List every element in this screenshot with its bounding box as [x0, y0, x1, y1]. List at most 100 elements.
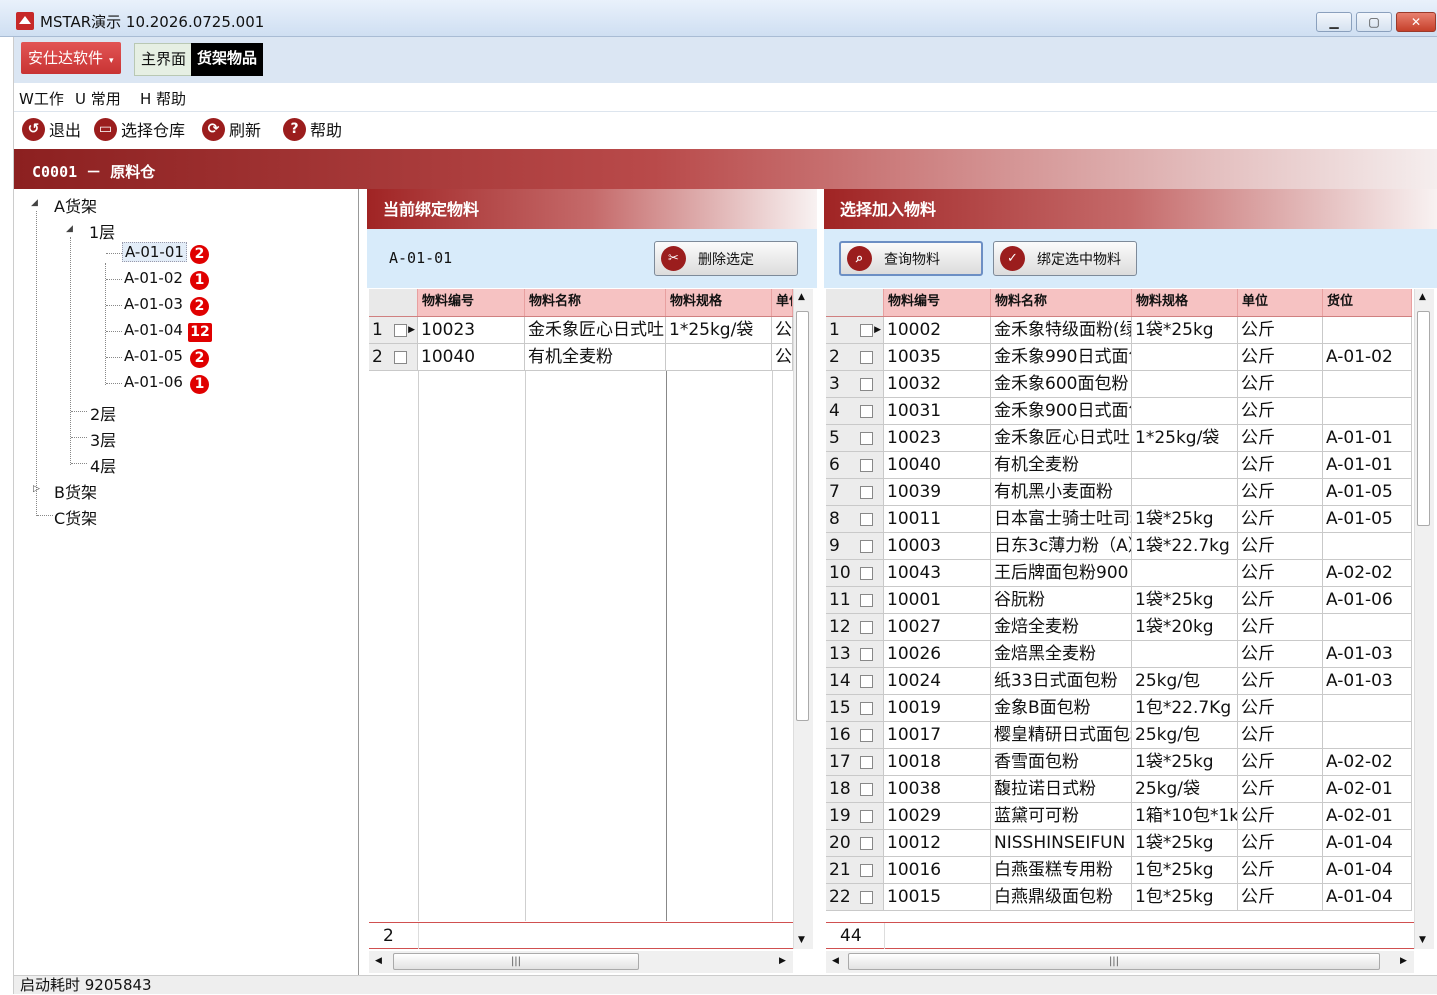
table-row[interactable]: 510023金禾象匠心日式吐司粉1*25kg/袋公斤A-01-01 [826, 425, 1412, 452]
help-button[interactable]: ? 帮助 [283, 117, 342, 141]
exit-button[interactable]: ↺ 退出 [22, 117, 81, 141]
col-unit[interactable]: 单位 [772, 289, 793, 316]
row-checkbox[interactable] [860, 459, 873, 472]
row-checkbox[interactable] [860, 783, 873, 796]
tree-node-floor2[interactable]: 2层 [90, 401, 116, 425]
table-row[interactable]: 10 10043 王后牌面包粉900 公斤 A-02-02 [826, 560, 1412, 587]
menu-work[interactable]: W工作 [19, 88, 64, 109]
menu-help[interactable]: H 帮助 [140, 88, 186, 109]
row-checkbox[interactable] [860, 594, 873, 607]
scroll-left-icon[interactable]: ◀ [375, 956, 382, 966]
col-name[interactable]: 物料名称 [991, 289, 1132, 316]
pick-horizontal-scrollbar[interactable]: ◀ ||| ▶ [826, 951, 1414, 973]
tree-slot-a-01-01[interactable]: A-01-01 [122, 242, 187, 262]
table-row[interactable]: 7 10039 有机黑小麦面粉 公斤 A-01-05 [826, 479, 1412, 506]
row-checkbox[interactable] [860, 702, 873, 715]
row-checkbox[interactable] [860, 891, 873, 904]
row-checkbox[interactable] [860, 621, 873, 634]
tree-node-floor3[interactable]: 3层 [90, 427, 116, 451]
table-row[interactable]: 14 10024 纸33日式面包粉 25kg/包 公斤 A-01-03 [826, 668, 1412, 695]
choose-warehouse-button[interactable]: ▭ 选择仓库 [94, 117, 185, 141]
row-checkbox[interactable] [860, 837, 873, 850]
tree-slot-a-01-04[interactable]: A-01-04 [124, 321, 183, 339]
col-spec[interactable]: 物料规格 [1132, 289, 1238, 316]
tree-node-floor1[interactable]: 1层 [89, 219, 115, 243]
scroll-right-icon[interactable]: ▶ [779, 956, 786, 966]
tree-slot-a-01-06[interactable]: A-01-06 [124, 373, 183, 391]
col-location[interactable]: 货位 [1323, 289, 1412, 316]
scroll-down-icon[interactable]: ▼ [798, 935, 805, 945]
maximize-button[interactable]: ▢ [1356, 12, 1392, 32]
table-row[interactable]: 15 10019 金象B面包粉 1包*22.7Kg 公斤 [826, 695, 1412, 722]
row-checkbox[interactable] [860, 540, 873, 553]
tab-shelf-items[interactable]: 货架物品 [191, 43, 264, 76]
table-row[interactable]: 13 10026 金焙黑全麦粉 公斤 A-01-03 [826, 641, 1412, 668]
table-row[interactable]: 1▶10023金禾象匠心日式吐司粉1*25kg/袋公斤 [369, 317, 793, 344]
row-checkbox[interactable] [860, 432, 873, 445]
table-row[interactable]: 17 10018 香雪面包粉 1袋*25kg 公斤 A-02-02 [826, 749, 1412, 776]
tree-node-b[interactable]: B货架 [54, 479, 97, 503]
query-materials-button[interactable]: ⌕ 查询物料 [839, 241, 983, 276]
bound-horizontal-scrollbar[interactable]: ◀ ||| ▶ [369, 951, 793, 973]
tree-node-a[interactable]: A货架 [54, 193, 97, 217]
row-checkbox[interactable] [860, 729, 873, 742]
table-row[interactable]: 20 10012 NISSHINSEIFUN 1袋*25kg 公斤 A-01-04 [826, 830, 1412, 857]
table-row[interactable]: 9 10003 日东3c薄力粉（A） 1袋*22.7kg 公斤 [826, 533, 1412, 560]
table-row[interactable]: 8 10011 日本富士骑士吐司粉 1袋*25kg 公斤 A-01-05 [826, 506, 1412, 533]
tree-node-c[interactable]: C货架 [54, 505, 97, 529]
menu-common[interactable]: U 常用 [75, 88, 121, 109]
table-row[interactable]: 210040有机全麦粉 公斤 [369, 344, 793, 371]
tree-slot-a-01-02[interactable]: A-01-02 [124, 269, 183, 287]
table-row[interactable]: 6 10040 有机全麦粉 公斤 A-01-01 [826, 452, 1412, 479]
refresh-button[interactable]: ⟳ 刷新 [202, 117, 261, 141]
bound-vertical-scrollbar[interactable]: ▲ ▼ [793, 289, 813, 949]
brand-menu-button[interactable]: 安仕达软件 ▾ [21, 42, 121, 74]
table-row[interactable]: 1910029蓝黛可可粉1箱*10包*1kg公斤A-02-01 [826, 803, 1412, 830]
tree-node-floor4[interactable]: 4层 [90, 453, 116, 477]
bind-selected-button[interactable]: ✓ 绑定选中物料 [993, 241, 1137, 276]
scroll-left-icon[interactable]: ◀ [832, 956, 839, 966]
col-unit[interactable]: 单位 [1238, 289, 1323, 316]
table-row[interactable]: 18 10038 馥拉诺日式粉 25kg/袋 公斤 A-02-01 [826, 776, 1412, 803]
table-row[interactable]: 21 10016 白燕蛋糕专用粉 1包*25kg 公斤 A-01-04 [826, 857, 1412, 884]
pick-vertical-scrollbar[interactable]: ▲ ▼ [1414, 289, 1434, 949]
minimize-button[interactable]: ▁ [1316, 12, 1352, 32]
row-checkbox[interactable] [860, 864, 873, 877]
scroll-right-icon[interactable]: ▶ [1400, 956, 1407, 966]
row-checkbox[interactable] [860, 513, 873, 526]
row-checkbox[interactable] [860, 648, 873, 661]
row-checkbox[interactable] [860, 324, 873, 337]
col-name[interactable]: 物料名称 [525, 289, 666, 316]
table-row[interactable]: 3 10032 金禾象600面包粉 公斤 [826, 371, 1412, 398]
scroll-down-icon[interactable]: ▼ [1419, 935, 1426, 945]
row-checkbox[interactable] [860, 351, 873, 364]
table-row[interactable]: 16 10017 樱皇精研日式面包粉 25kg/包 公斤 [826, 722, 1412, 749]
table-row[interactable]: 22 10015 白燕鼎级面包粉 1包*25kg 公斤 A-01-04 [826, 884, 1412, 911]
tree-slot-a-01-05[interactable]: A-01-05 [124, 347, 183, 365]
scroll-up-icon[interactable]: ▲ [798, 292, 805, 302]
row-checkbox[interactable] [860, 486, 873, 499]
row-checkbox[interactable] [860, 756, 873, 769]
table-row[interactable]: 410031金禾象900日式面包粉 公斤 [826, 398, 1412, 425]
row-checkbox[interactable] [860, 567, 873, 580]
close-button[interactable]: ✕ [1396, 12, 1436, 32]
pick-panel-header: 选择加入物料 [824, 189, 1437, 229]
row-checkbox[interactable] [860, 675, 873, 688]
col-code[interactable]: 物料编号 [418, 289, 525, 316]
tree-slot-a-01-03[interactable]: A-01-03 [124, 295, 183, 313]
col-code[interactable]: 物料编号 [884, 289, 991, 316]
row-checkbox[interactable] [860, 810, 873, 823]
cell-code: 10016 [884, 857, 991, 883]
table-row[interactable]: 11 10001 谷朊粉 1袋*25kg 公斤 A-01-06 [826, 587, 1412, 614]
delete-selected-button[interactable]: ✂ 删除选定 [654, 241, 798, 276]
row-checkbox[interactable] [860, 405, 873, 418]
row-checkbox[interactable] [394, 351, 407, 364]
table-row[interactable]: 210035金禾象990日式面包粉 公斤A-01-02 [826, 344, 1412, 371]
table-row[interactable]: 1 ▶ 10002 金禾象特级面粉(绿) 1袋*25kg 公斤 [826, 317, 1412, 344]
col-spec[interactable]: 物料规格 [666, 289, 772, 316]
row-checkbox[interactable] [860, 378, 873, 391]
row-checkbox[interactable] [394, 324, 407, 337]
scroll-up-icon[interactable]: ▲ [1419, 292, 1426, 302]
tab-main[interactable]: 主界面 [134, 43, 194, 76]
table-row[interactable]: 12 10027 金焙全麦粉 1袋*20kg 公斤 [826, 614, 1412, 641]
